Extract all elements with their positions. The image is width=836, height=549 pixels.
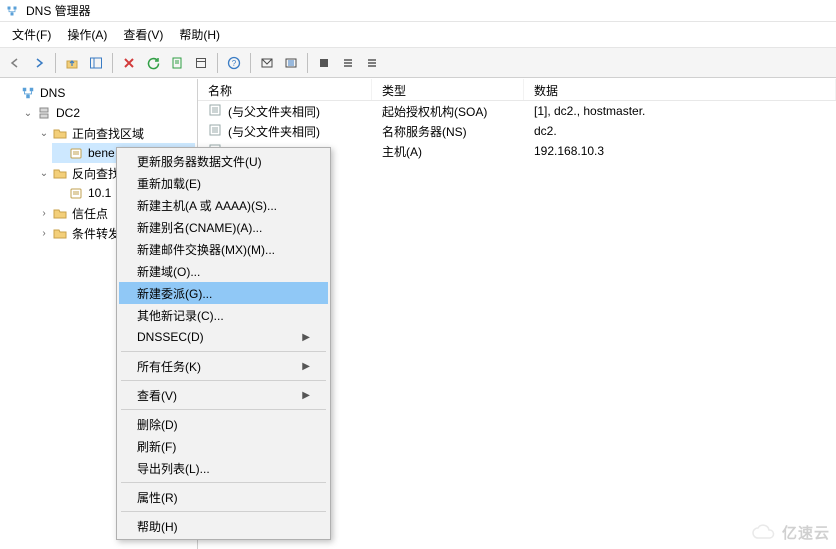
ctx-other-new-records[interactable]: 其他新记录(C)... — [119, 304, 328, 326]
svg-text:?: ? — [232, 59, 237, 68]
ctx-delete[interactable]: 删除(D) — [119, 413, 328, 435]
tree-label: 10.1 — [88, 186, 111, 200]
dns-root-icon — [20, 85, 36, 101]
ctx-export-list[interactable]: 导出列表(L)... — [119, 457, 328, 479]
cell-data: dc2. — [524, 124, 836, 138]
menu-help[interactable]: 帮助(H) — [171, 24, 228, 45]
column-header-type[interactable]: 类型 — [372, 79, 524, 100]
expander-icon[interactable]: ⌄ — [22, 107, 34, 119]
ctx-update-server-data[interactable]: 更新服务器数据文件(U) — [119, 150, 328, 172]
submenu-arrow-icon: ▶ — [302, 390, 310, 401]
folder-icon — [52, 225, 68, 241]
ctx-separator — [121, 511, 326, 512]
cell-type: 起始授权机构(SOA) — [372, 103, 524, 120]
cloud-icon — [750, 524, 778, 542]
window-title: DNS 管理器 — [26, 2, 91, 19]
ctx-new-delegation[interactable]: 新建委派(G)... — [119, 282, 328, 304]
back-button[interactable] — [4, 52, 26, 74]
ctx-new-domain[interactable]: 新建域(O)... — [119, 260, 328, 282]
delete-button[interactable] — [118, 52, 140, 74]
watermark-text: 亿速云 — [782, 522, 830, 543]
export-button[interactable] — [166, 52, 188, 74]
properties-button[interactable] — [190, 52, 212, 74]
record-icon — [208, 123, 224, 139]
record-icon — [208, 103, 224, 119]
refresh-button[interactable] — [142, 52, 164, 74]
tool-button-a[interactable] — [256, 52, 278, 74]
stop-button[interactable] — [313, 52, 335, 74]
toolbar-separator — [250, 53, 251, 73]
table-row[interactable]: (与父文件夹相同) 起始授权机构(SOA) [1], dc2., hostmas… — [198, 101, 836, 121]
folder-icon — [52, 165, 68, 181]
list-button-a[interactable] — [337, 52, 359, 74]
zone-icon — [68, 185, 84, 201]
expander-icon[interactable]: ⌄ — [38, 167, 50, 179]
tree-label: bene — [88, 146, 115, 160]
submenu-arrow-icon: ▶ — [302, 361, 310, 372]
up-folder-button[interactable] — [61, 52, 83, 74]
tree-label: 反向查找 — [72, 165, 120, 182]
toolbar-separator — [307, 53, 308, 73]
expander-icon[interactable]: › — [38, 227, 50, 239]
cell-name: (与父文件夹相同) — [228, 103, 320, 120]
ctx-reload[interactable]: 重新加载(E) — [119, 172, 328, 194]
ctx-new-cname[interactable]: 新建别名(CNAME)(A)... — [119, 216, 328, 238]
toolbar-separator — [217, 53, 218, 73]
ctx-new-mx[interactable]: 新建邮件交换器(MX)(M)... — [119, 238, 328, 260]
list-button-b[interactable] — [361, 52, 383, 74]
folder-icon — [52, 125, 68, 141]
ctx-help[interactable]: 帮助(H) — [119, 515, 328, 537]
table-row[interactable]: (与父文件夹相同) 名称服务器(NS) dc2. — [198, 121, 836, 141]
title-bar: DNS 管理器 — [0, 0, 836, 22]
menu-file[interactable]: 文件(F) — [4, 24, 59, 45]
toolbar-separator — [112, 53, 113, 73]
menu-action[interactable]: 操作(A) — [59, 24, 115, 45]
folder-icon — [52, 205, 68, 221]
tree-node-server[interactable]: ⌄ DC2 — [20, 103, 195, 123]
ctx-dnssec[interactable]: DNSSEC(D)▶ — [119, 326, 328, 348]
cell-name: (与父文件夹相同) — [228, 123, 320, 140]
toolbar: ? — [0, 48, 836, 78]
ctx-new-host[interactable]: 新建主机(A 或 AAAA)(S)... — [119, 194, 328, 216]
ctx-separator — [121, 351, 326, 352]
column-header-data[interactable]: 数据 — [524, 79, 836, 100]
tree-node-dns-root[interactable]: DNS — [4, 83, 195, 103]
show-hide-tree-button[interactable] — [85, 52, 107, 74]
context-menu: 更新服务器数据文件(U) 重新加载(E) 新建主机(A 或 AAAA)(S)..… — [116, 147, 331, 540]
server-icon — [36, 105, 52, 121]
ctx-separator — [121, 482, 326, 483]
dns-app-icon — [6, 3, 22, 19]
ctx-refresh[interactable]: 刷新(F) — [119, 435, 328, 457]
cell-data: [1], dc2., hostmaster. — [524, 104, 836, 118]
ctx-all-tasks[interactable]: 所有任务(K)▶ — [119, 355, 328, 377]
help-button[interactable]: ? — [223, 52, 245, 74]
menu-bar: 文件(F) 操作(A) 查看(V) 帮助(H) — [0, 22, 836, 48]
submenu-arrow-icon: ▶ — [302, 332, 310, 343]
tree-label: 信任点 — [72, 205, 108, 222]
ctx-view[interactable]: 查看(V)▶ — [119, 384, 328, 406]
watermark: 亿速云 — [750, 522, 830, 543]
expander-icon[interactable]: ⌄ — [38, 127, 50, 139]
tree-node-forward-zones[interactable]: ⌄ 正向查找区域 — [36, 123, 195, 143]
zone-icon — [68, 145, 84, 161]
ctx-properties[interactable]: 属性(R) — [119, 486, 328, 508]
forward-button[interactable] — [28, 52, 50, 74]
ctx-separator — [121, 409, 326, 410]
tree-label: DNS — [40, 86, 65, 100]
toolbar-separator — [55, 53, 56, 73]
tree-label: DC2 — [56, 106, 80, 120]
list-header[interactable]: 名称 类型 数据 — [198, 79, 836, 101]
cell-data: 192.168.10.3 — [524, 144, 836, 158]
cell-type: 主机(A) — [372, 143, 524, 160]
expander-icon[interactable]: › — [38, 207, 50, 219]
ctx-separator — [121, 380, 326, 381]
tree-label: 正向查找区域 — [72, 125, 144, 142]
tree-label: 条件转发 — [72, 225, 120, 242]
column-header-name[interactable]: 名称 — [198, 79, 372, 100]
cell-type: 名称服务器(NS) — [372, 123, 524, 140]
menu-view[interactable]: 查看(V) — [115, 24, 171, 45]
tool-button-b[interactable] — [280, 52, 302, 74]
